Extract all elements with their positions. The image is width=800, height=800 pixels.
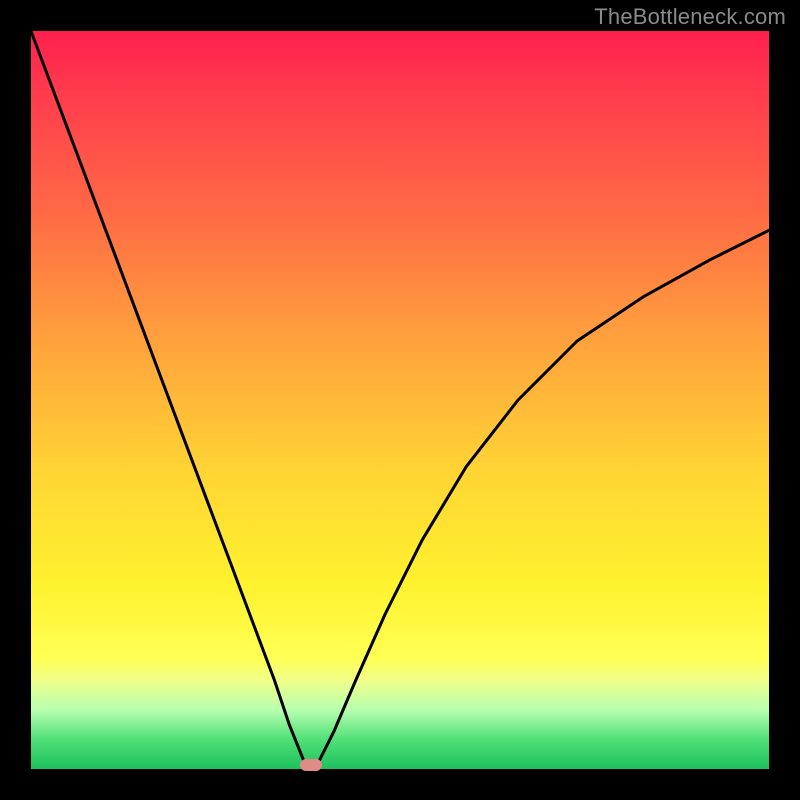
curve-path [31, 31, 769, 769]
chart-frame: TheBottleneck.com [0, 0, 800, 800]
plot-area [31, 31, 769, 769]
optimal-point-marker [300, 759, 322, 771]
bottleneck-curve [31, 31, 769, 769]
watermark-text: TheBottleneck.com [594, 4, 786, 30]
